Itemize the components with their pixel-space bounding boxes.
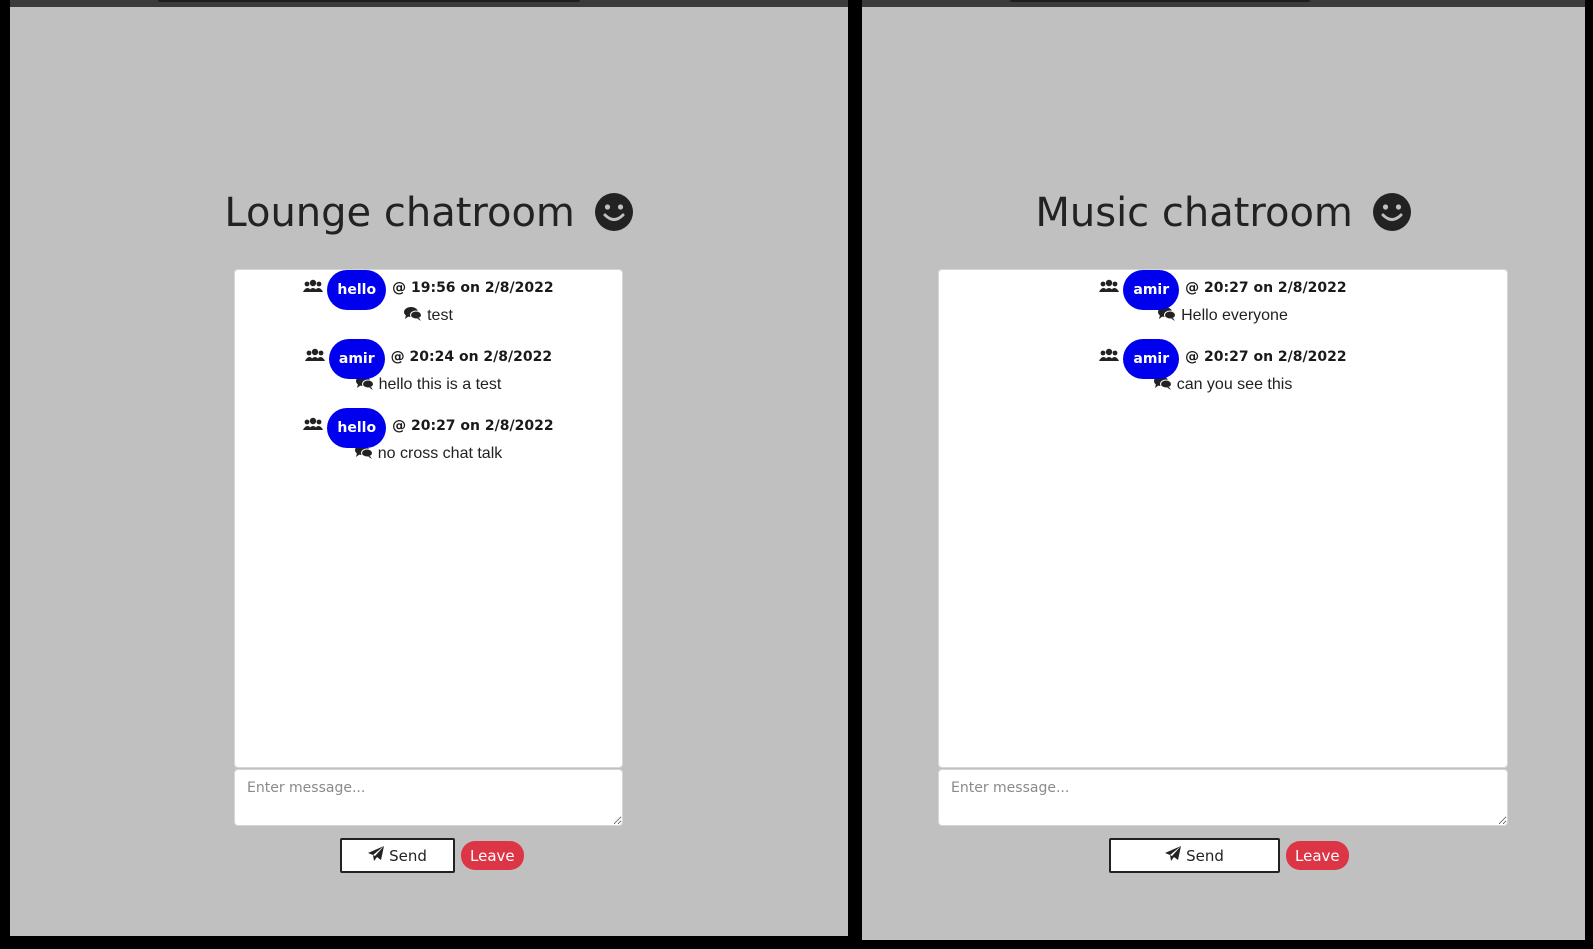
users-icon [1099,348,1120,366]
address-bar-edge [158,0,580,2]
address-bar-edge [1010,0,1310,2]
message-text: can you see this [1176,376,1293,393]
message-body: hello this is a test [235,373,622,397]
users-icon [304,348,325,366]
leave-button[interactable]: Leave [1286,841,1349,870]
message-item: amir @ 20:24 on 2/8/2022 hello this is a… [235,339,622,397]
message-meta: hello @ 19:56 on 2/8/2022 [235,270,622,310]
message-body: can you see this [939,373,1507,397]
message-timestamp: @ 20:27 on 2/8/2022 [392,418,554,434]
user-badge: hello [327,408,387,448]
users-icon [303,417,324,435]
leave-button[interactable]: Leave [461,841,524,870]
message-meta: hello @ 20:27 on 2/8/2022 [235,408,622,448]
comments-icon [404,306,423,326]
message-timestamp: @ 20:24 on 2/8/2022 [390,349,553,365]
message-input[interactable] [938,769,1508,826]
message-item: amir @ 20:27 on 2/8/2022 Hello everyone [939,270,1507,328]
send-button[interactable]: Send [340,838,455,873]
smile-icon [1372,192,1412,242]
music-window: Music chatroom amir @ 20:27 on 2/8/2022 … [862,0,1585,940]
message-text: Hello everyone [1181,307,1288,324]
message-text: hello this is a test [378,376,502,393]
window-top-bar [10,0,848,7]
room-title: Lounge chatroom [224,190,575,236]
user-badge: hello [327,270,387,310]
message-timestamp: @ 20:27 on 2/8/2022 [1185,349,1347,365]
message-input[interactable] [234,769,623,826]
send-label: Send [1186,846,1224,865]
messages-panel[interactable]: hello @ 19:56 on 2/8/2022 test amir @ 20… [234,269,623,768]
window-top-bar [862,0,1585,7]
message-timestamp: @ 19:56 on 2/8/2022 [392,280,554,296]
send-label: Send [389,846,427,865]
smile-icon [594,192,634,242]
message-item: hello @ 20:27 on 2/8/2022 no cross chat … [235,408,622,466]
lounge-window: Lounge chatroom hello @ 19:56 on 2/8/202… [10,0,848,936]
message-timestamp: @ 20:27 on 2/8/2022 [1185,280,1347,296]
send-button[interactable]: Send [1109,838,1280,873]
message-body: no cross chat talk [235,442,622,466]
users-icon [303,279,324,297]
message-item: hello @ 19:56 on 2/8/2022 test [235,270,622,328]
user-badge: amir [1123,339,1180,379]
message-item: amir @ 20:27 on 2/8/2022 can you see thi… [939,339,1507,397]
user-badge: amir [328,339,385,379]
message-text: no cross chat talk [377,445,503,462]
paper-plane-icon [1165,845,1182,866]
paper-plane-icon [368,845,385,866]
users-icon [1099,279,1120,297]
message-body: test [235,304,622,328]
messages-panel[interactable]: amir @ 20:27 on 2/8/2022 Hello everyone … [938,269,1508,768]
message-meta: amir @ 20:27 on 2/8/2022 [939,270,1507,310]
room-title: Music chatroom [1035,190,1353,236]
user-badge: amir [1123,270,1180,310]
message-meta: amir @ 20:27 on 2/8/2022 [939,339,1507,379]
message-body: Hello everyone [939,304,1507,328]
page-title: Lounge chatroom [10,190,848,242]
message-meta: amir @ 20:24 on 2/8/2022 [235,339,622,379]
page-title: Music chatroom [862,190,1585,242]
message-text: test [427,307,453,324]
